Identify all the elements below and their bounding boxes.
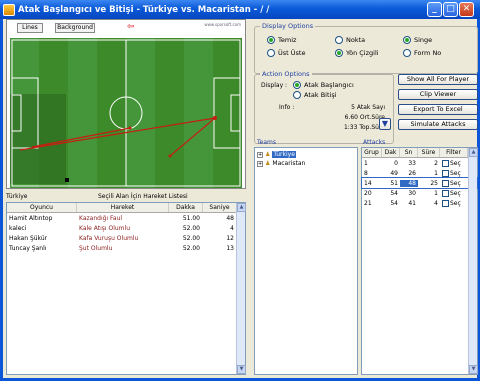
select-checkbox[interactable]: Seç [440,179,468,187]
logo: www.sporsoft.com [204,22,241,27]
tree-item-turkiye[interactable]: + ♟ Türkiye [257,150,355,159]
select-checkbox[interactable]: Seç [440,189,468,197]
display-options-title: Display Options [260,22,316,30]
table-row[interactable]: Hakan Şükür Kafa Vuruşu Olumlu 52.00 12 [7,233,245,243]
teams-tree[interactable]: + ♟ Türkiye + ♟ Macaristan [254,147,358,375]
radio-atak-bitisi[interactable]: Atak Bitişi [293,91,337,99]
radio-ust-uste[interactable]: Üst Üste [267,49,305,57]
tab-lines[interactable]: Lines [17,23,43,33]
expand-icon[interactable]: + [257,160,263,167]
select-checkbox[interactable]: Seç [440,169,468,177]
col-header-dak[interactable]: Dak [382,148,400,157]
col-header-action[interactable]: Hareket [77,203,169,212]
events-title: Seçili Alan İçin Hareket Listesi [98,193,188,200]
checkbox-icon[interactable] [442,199,449,207]
maximize-button[interactable]: □ [443,2,458,17]
radio-temiz[interactable]: Temiz [267,36,296,44]
radio-yon-cizgili[interactable]: Yön Çizgili [335,49,379,57]
col-header-sn[interactable]: Sn [400,148,418,157]
swap-arrow-icon[interactable]: ⇦ [127,23,135,32]
show-all-button[interactable]: Show All For Player [398,74,478,85]
team-icon: ♟ [265,160,271,167]
checkbox-icon[interactable] [442,189,449,197]
table-row[interactable]: 1 0 33 2 Seç [362,158,477,168]
action-options-title: Action Options [260,70,312,78]
expand-icon[interactable]: + [257,151,263,158]
team-icon: ♟ [265,151,271,158]
radio-icon [403,49,411,57]
events-header: Oyuncu Hareket Dakka Saniye [7,203,237,213]
window-title: Atak Başlangıcı ve Bitişi - Türkiye vs. … [18,4,270,15]
table-row[interactable]: 8 49 26 1 Seç [362,168,477,178]
col-header-second[interactable]: Saniye [203,203,237,212]
radio-atak-baslangici[interactable]: Atak Başlangıcı [293,81,354,89]
radio-icon [335,49,343,57]
football-pitch [10,38,242,188]
col-header-filter[interactable]: Filter [440,148,468,157]
radio-icon [335,36,343,44]
simulate-attacks-button[interactable]: Simulate Attacks [398,119,478,130]
events-scrollbar[interactable]: ▲ ▼ [236,203,246,374]
table-row[interactable]: 20 54 30 1 Seç [362,188,477,198]
filter-icon[interactable]: ▼ [379,118,391,130]
checkbox-icon[interactable] [442,179,449,187]
export-excel-button[interactable]: Export To Excel [398,104,478,115]
col-header-minute[interactable]: Dakka [169,203,203,212]
scroll-down-icon[interactable]: ▼ [469,365,478,374]
col-header-player[interactable]: Oyuncu [7,203,77,212]
app-icon [3,3,15,16]
tab-background[interactable]: Background [55,23,95,33]
pitch-view[interactable]: Lines Background ⇦ www.sporsoft.com [6,19,246,189]
events-table[interactable]: Oyuncu Hareket Dakka Saniye Hamit Altınt… [6,202,246,375]
title-bar: Atak Başlangıcı ve Bitişi - Türkiye vs. … [0,0,480,19]
action-options-group: Action Options Display : Atak Başlangıcı… [254,70,394,144]
attacks-title: Attacks [363,139,386,146]
radio-form-no[interactable]: Form No [403,49,441,57]
table-row[interactable]: Tuncay Şanlı Şut Olumlu 52.00 13 [7,243,245,253]
display-options-group: Display Options Temiz Nokta Singe Üst Üs… [254,22,478,74]
checkbox-icon[interactable] [442,159,449,167]
radio-icon [293,91,301,99]
scroll-up-icon[interactable]: ▲ [237,203,246,212]
table-row[interactable]: Hamit Altıntop Kazandığı Faul 51.00 48 [7,213,245,223]
radio-icon [403,36,411,44]
clip-viewer-button[interactable]: Clip Viewer [398,89,478,100]
radio-nokta[interactable]: Nokta [335,36,365,44]
info-total-duration: 1:33 Top.Süre [343,124,385,131]
radio-icon [267,36,275,44]
table-row[interactable]: 21 54 41 4 Seç [362,198,477,208]
teams-title: Teams [257,139,276,146]
window-body: Lines Background ⇦ www.sporsoft.com Türk… [0,19,480,381]
scroll-up-icon[interactable]: ▲ [469,148,478,157]
info-label: Info : [279,104,295,111]
radio-icon [293,81,301,89]
attacks-scrollbar[interactable]: ▲ ▼ [468,148,478,374]
info-avg-duration: 6.60 Ort.Süre [344,114,385,121]
scroll-down-icon[interactable]: ▼ [237,365,246,374]
select-checkbox[interactable]: Seç [440,159,468,167]
select-checkbox[interactable]: Seç [440,199,468,207]
attacks-table[interactable]: Grup Dak Sn Süre Filter 1 0 33 2 Seç 8 4… [361,147,478,375]
attacks-header: Grup Dak Sn Süre Filter [362,148,468,158]
team-label: Türkiye [6,193,28,200]
close-button[interactable]: ✕ [459,2,474,17]
col-header-sure[interactable]: Süre [418,148,440,157]
checkbox-icon[interactable] [442,169,449,177]
radio-singe[interactable]: Singe [403,36,432,44]
radio-icon [267,49,275,57]
tree-item-macaristan[interactable]: + ♟ Macaristan [257,159,355,168]
info-attack-count: 5 Atak Sayı [351,104,385,111]
minimize-button[interactable]: _ [427,2,442,17]
table-row[interactable]: kaleci Kale Atışı Olumlu 52.00 4 [7,223,245,233]
display-label: Display : [261,82,288,89]
table-row-selected[interactable]: 14 51 48 25 Seç [361,177,478,189]
col-header-grup[interactable]: Grup [362,148,382,157]
